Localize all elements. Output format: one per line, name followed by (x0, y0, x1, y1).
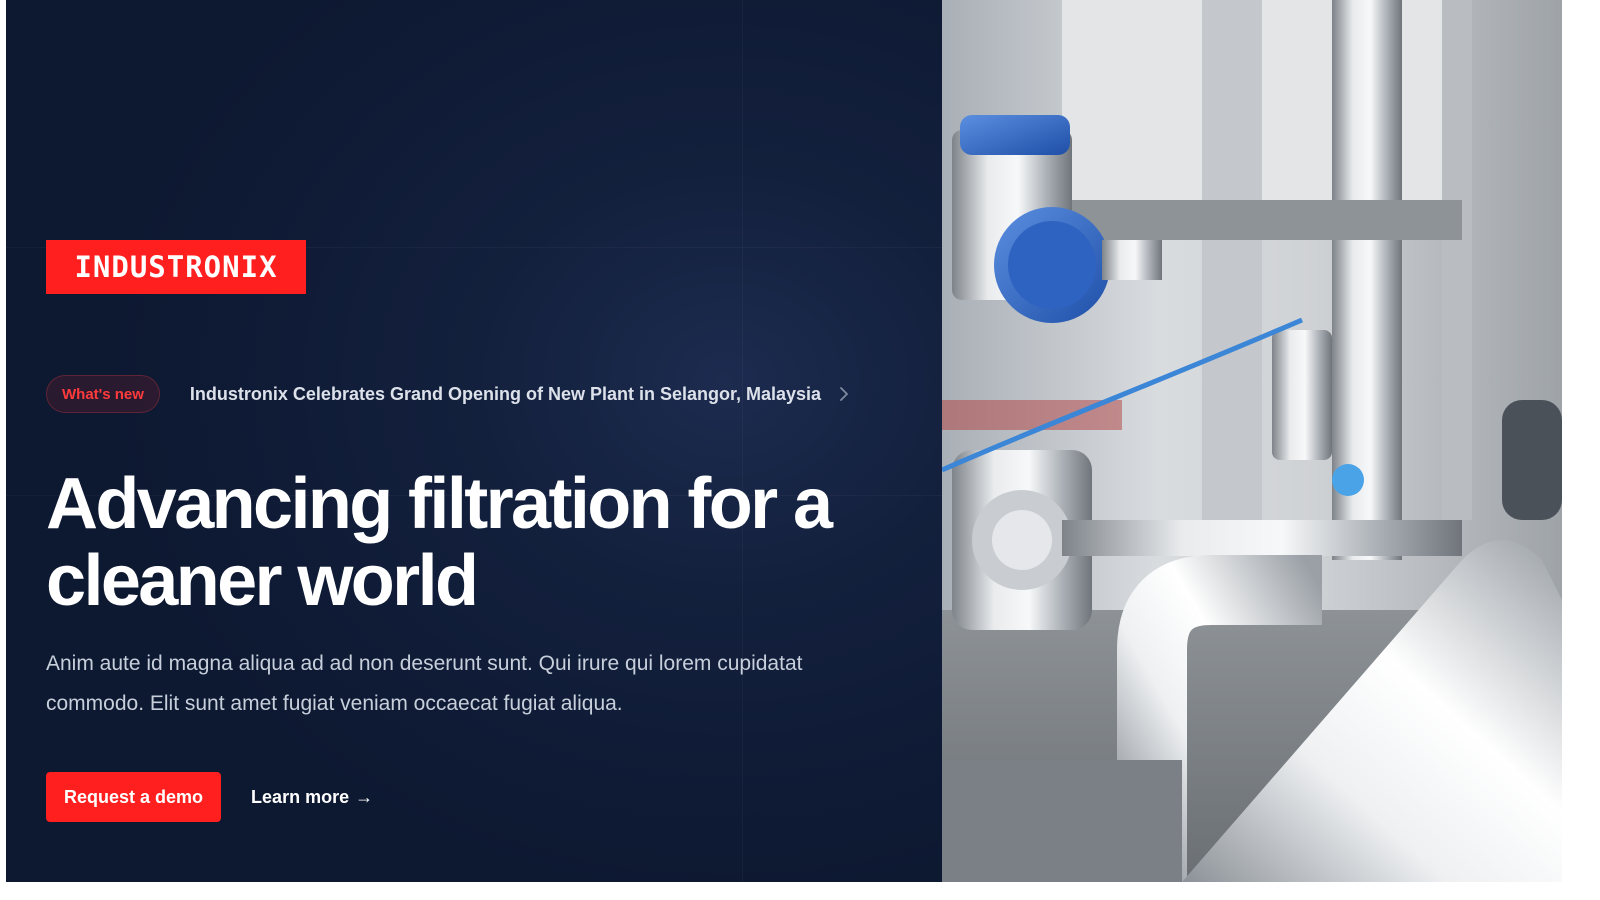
chevron-right-icon (835, 385, 853, 403)
industrial-equipment-photo (942, 0, 1562, 882)
cta-group: Request a demo Learn more → (46, 772, 373, 822)
whats-new-badge: What's new (46, 375, 160, 413)
hero-headline: Advancing filtration for a cleaner world (46, 464, 833, 621)
brand-logo-text: INDUSTRONIX (74, 250, 278, 284)
learn-more-label: Learn more (251, 786, 350, 807)
learn-more-link[interactable]: Learn more → (251, 787, 373, 808)
hero-description: Anim aute id magna aliqua ad ad non dese… (46, 652, 803, 715)
arrow-right-icon: → (355, 786, 374, 807)
grid-line (742, 0, 743, 882)
announcement-banner[interactable]: What's new Industronix Celebrates Grand … (46, 374, 853, 414)
brand-logo[interactable]: INDUSTRONIX (46, 240, 306, 294)
landing-page: INDUSTRONIX What's new Industronix Celeb… (0, 0, 1600, 900)
equipment-illustration (942, 0, 1562, 882)
bottom-edge (0, 882, 1600, 900)
announcement-text[interactable]: Industronix Celebrates Grand Opening of … (190, 384, 821, 405)
request-demo-button[interactable]: Request a demo (46, 772, 222, 822)
hero-section: INDUSTRONIX What's new Industronix Celeb… (6, 0, 942, 882)
right-edge (1562, 0, 1600, 882)
